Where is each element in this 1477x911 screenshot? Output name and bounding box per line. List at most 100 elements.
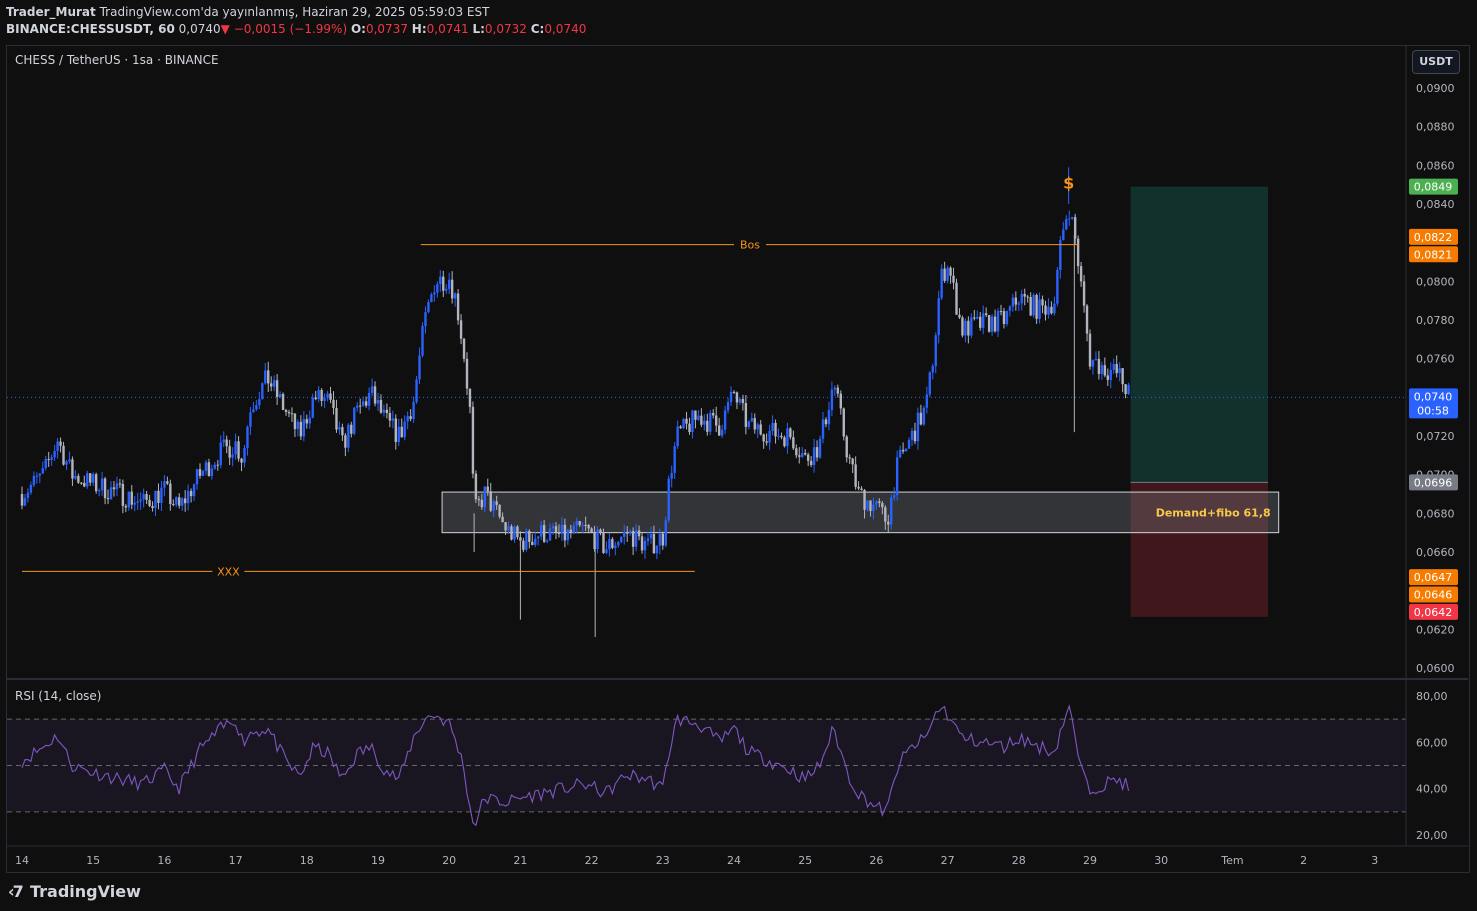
candle-body [480,499,484,508]
candle-body [525,530,528,550]
candle-body [723,410,727,430]
chart-canvas[interactable]: Demand+fibo 61,8 Bos XXX $0,0900 0,0880 0,086… [0,0,1477,911]
candle-body [531,541,534,545]
price-tick-label: 0,0800 [1416,275,1455,288]
candle-body [145,494,148,500]
candle-body [1085,305,1089,334]
time-tick-label: 23 [656,854,670,867]
candle-body [290,413,294,415]
candle-body [1026,296,1029,298]
candle-body [462,338,466,359]
candle-body [504,522,507,531]
candle-body [623,531,626,537]
candle-body [566,529,570,541]
candle-body [827,410,831,425]
candle-body [237,441,240,459]
time-tick-label: 26 [869,854,883,867]
rsi-tick-label: 20,00 [1416,829,1448,842]
candle-body [299,421,303,437]
demand-zone [441,491,1280,534]
candle-body [706,420,709,432]
candle-body [1008,306,1012,311]
candle-body [572,525,575,533]
price-tick-label: 0,0900 [1416,82,1455,95]
countdown-label: 00:58 [1417,404,1449,417]
candle-body [353,407,356,434]
candle-body [151,505,154,509]
candle-body [1079,266,1083,282]
candle-body [596,529,599,550]
candle-body [388,413,392,421]
candle-body [445,288,448,291]
candle-body [364,401,368,406]
candle-body [1068,218,1071,220]
candle-body [712,412,715,416]
candle-body [213,464,217,469]
candle-body [92,474,95,483]
candle-body [982,313,985,328]
candle-body [332,399,335,409]
candle-body [893,495,896,498]
candle-body [1023,294,1026,297]
candle-body [68,459,71,462]
candle-body [976,316,979,319]
candle-body [433,292,436,295]
candle-body [581,524,584,526]
candle-body [278,394,282,397]
candle-body [231,454,234,458]
candle-body [720,429,724,436]
candle-body [1121,368,1124,385]
candle-body [715,415,718,426]
candle-body [628,531,632,534]
candle-body [919,412,923,425]
candle-body [181,498,184,506]
candle-body [753,418,756,430]
candle-body [661,533,664,546]
candle-body [545,540,549,542]
candle-body [741,398,745,404]
rsi-tick-label: 80,00 [1416,690,1448,703]
candle-body [904,448,908,452]
candle-body [186,490,190,504]
candle-body [729,391,733,403]
candle-body [786,428,789,447]
candle-body [539,525,543,537]
candle-body [344,435,347,448]
time-tick-label: 25 [798,854,812,867]
time-tick-label: 2 [1300,854,1307,867]
candle-body [163,481,166,488]
candle-body [881,503,884,508]
candle-body [400,426,403,438]
price-tick-label: 0,0660 [1416,546,1455,559]
price-tick-label: 0,0840 [1416,198,1455,211]
candle-body [949,267,952,276]
candle-body [839,393,842,409]
candle-body [157,490,160,503]
candle-body [634,530,638,547]
candle-body [89,473,92,483]
take-profit-zone [1130,186,1268,483]
candle-body [252,409,255,413]
candle-body [35,475,39,477]
candle-body [492,501,495,511]
price-tick-label: 0,0600 [1416,662,1455,675]
candle-body [750,418,753,422]
candle-body [771,422,774,432]
candle-body [928,372,931,395]
time-tick-label: 20 [442,854,456,867]
candle-body [1047,306,1050,315]
currency-button[interactable]: USDT [1412,50,1460,74]
candle-body [249,412,252,427]
logo-text: TradingView [30,882,141,901]
candle-body [359,405,362,407]
candle-body [617,542,620,546]
candle-body [869,500,872,512]
candle-body [1029,297,1032,316]
candle-body [801,452,804,457]
candle-body [964,320,967,336]
time-tick-label: 22 [585,854,599,867]
candle-body [189,490,193,497]
rsi-tick-label: 40,00 [1416,783,1448,796]
dollar-icon: $ [1063,174,1074,193]
candle-body [907,439,911,449]
